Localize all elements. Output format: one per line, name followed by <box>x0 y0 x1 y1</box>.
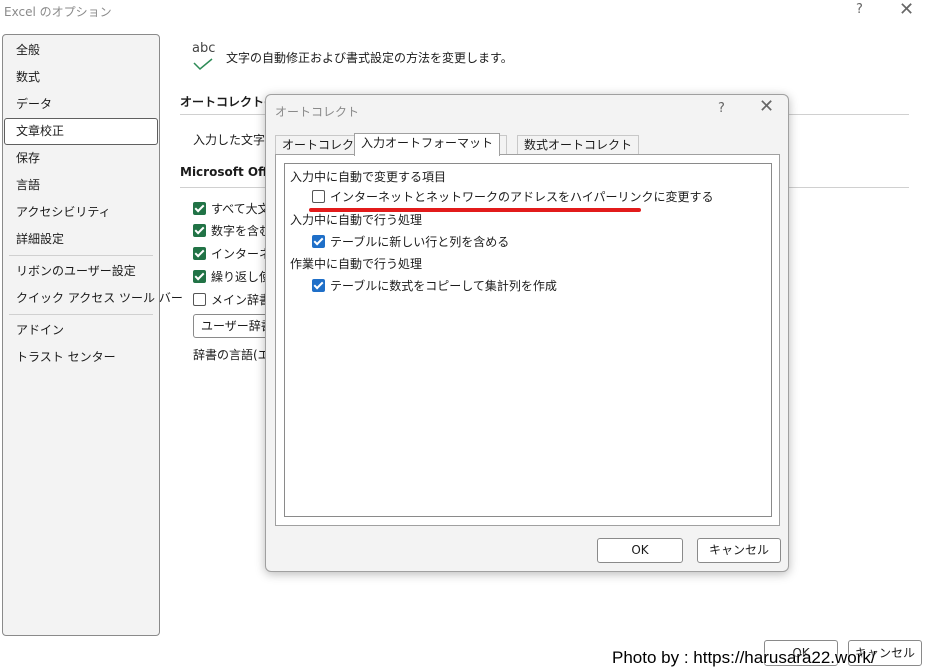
checkbox-checked-icon[interactable] <box>312 278 325 292</box>
tab-math-autocorrect[interactable]: 数式オートコレクト <box>517 135 640 155</box>
dialog-ok-button[interactable]: OK <box>597 538 683 563</box>
window-title: Excel のオプション <box>4 5 112 19</box>
group-replace-as-you-type: 入力中に自動で変更する項目 <box>290 170 447 184</box>
option-ignore-numbers[interactable]: 数字を含む <box>193 222 271 238</box>
panel-description: 文字の自動修正および書式設定の方法を変更します。 <box>226 51 513 65</box>
checkbox-checked-icon[interactable] <box>193 269 206 283</box>
sidebar-item-accessibility[interactable]: アクセシビリティ <box>4 199 158 226</box>
option-label: テーブルに数式をコピーして集計列を作成 <box>330 278 557 293</box>
autoformat-options-box: 入力中に自動で変更する項目 インターネットとネットワークのアドレスをハイパーリン… <box>284 163 772 517</box>
sidebar-item-advanced[interactable]: 詳細設定 <box>4 226 158 253</box>
sidebar-item-proofing[interactable]: 文章校正 <box>4 118 158 145</box>
sidebar-divider <box>9 314 153 315</box>
dictionary-language-label: 辞書の言語(エ <box>193 348 270 362</box>
checkbox-checked-icon[interactable] <box>312 234 325 248</box>
proofing-abc-icon: abc <box>192 41 215 71</box>
tab-panel: 入力中に自動で変更する項目 インターネットとネットワークのアドレスをハイパーリン… <box>275 154 780 526</box>
checkmark-icon <box>193 58 213 71</box>
sidebar-item-language[interactable]: 言語 <box>4 172 158 199</box>
photo-credit-watermark: Photo by : https://harusara22.work/ <box>612 648 876 667</box>
sidebar-item-quick-access-toolbar[interactable]: クイック アクセス ツール バー <box>4 285 183 312</box>
dialog-close-icon[interactable]: ✕ <box>759 96 774 117</box>
dialog-cancel-button[interactable]: キャンセル <box>697 538 781 563</box>
checkbox-checked-icon[interactable] <box>193 223 206 237</box>
option-label: インターネットとネットワークのアドレスをハイパーリンクに変更する <box>330 189 714 204</box>
user-dictionary-button[interactable]: ユーザー辞書 <box>193 314 273 338</box>
checkbox-unchecked-icon[interactable] <box>312 189 325 203</box>
sidebar-item-trust-center[interactable]: トラスト センター <box>4 344 158 371</box>
option-label: テーブルに新しい行と列を含める <box>330 234 510 249</box>
options-sidebar: 全般 数式 データ 文章校正 保存 言語 アクセシビリティ 詳細設定 リボンのユ… <box>2 34 183 636</box>
option-label: 繰り返し使 <box>211 269 272 284</box>
checkbox-checked-icon[interactable] <box>193 246 206 260</box>
checkbox-unchecked-icon[interactable] <box>193 292 206 306</box>
sidebar-item-addins[interactable]: アドイン <box>4 317 158 344</box>
sidebar-item-formulas[interactable]: 数式 <box>4 64 158 91</box>
checkbox-checked-icon[interactable] <box>193 201 206 215</box>
option-include-new-rows-columns[interactable]: テーブルに新しい行と列を含める <box>312 233 509 249</box>
option-label: 数字を含む <box>211 223 272 238</box>
sidebar-item-customize-ribbon[interactable]: リボンのユーザー設定 <box>4 258 158 285</box>
sidebar-item-general[interactable]: 全般 <box>4 37 158 64</box>
option-flag-repeated[interactable]: 繰り返し使 <box>193 268 271 284</box>
option-label: すべて大文 <box>211 201 270 216</box>
dialog-title: オートコレクト <box>275 105 360 119</box>
abc-icon-text: abc <box>192 41 216 56</box>
autocorrect-dialog: オートコレクト ? ✕ オートコレクト 入力オートフォーマット 操作 数式オート… <box>265 94 789 572</box>
tab-autoformat-as-you-type[interactable]: 入力オートフォーマット <box>354 133 501 156</box>
option-fill-formulas[interactable]: テーブルに数式をコピーして集計列を作成 <box>312 277 557 293</box>
group-apply-as-you-type: 入力中に自動で行う処理 <box>290 213 423 227</box>
office-section-heading: Microsoft Off <box>180 165 268 179</box>
sidebar-item-save[interactable]: 保存 <box>4 145 158 172</box>
sidebar-divider <box>9 255 153 256</box>
option-internet-hyperlinks[interactable]: インターネットとネットワークのアドレスをハイパーリンクに変更する <box>312 188 714 204</box>
option-ignore-uppercase[interactable]: すべて大文 <box>193 200 270 216</box>
sidebar-item-data[interactable]: データ <box>4 91 158 118</box>
group-automatically-as-you-work: 作業中に自動で行う処理 <box>290 257 423 271</box>
dialog-help-button[interactable]: ? <box>718 101 725 116</box>
